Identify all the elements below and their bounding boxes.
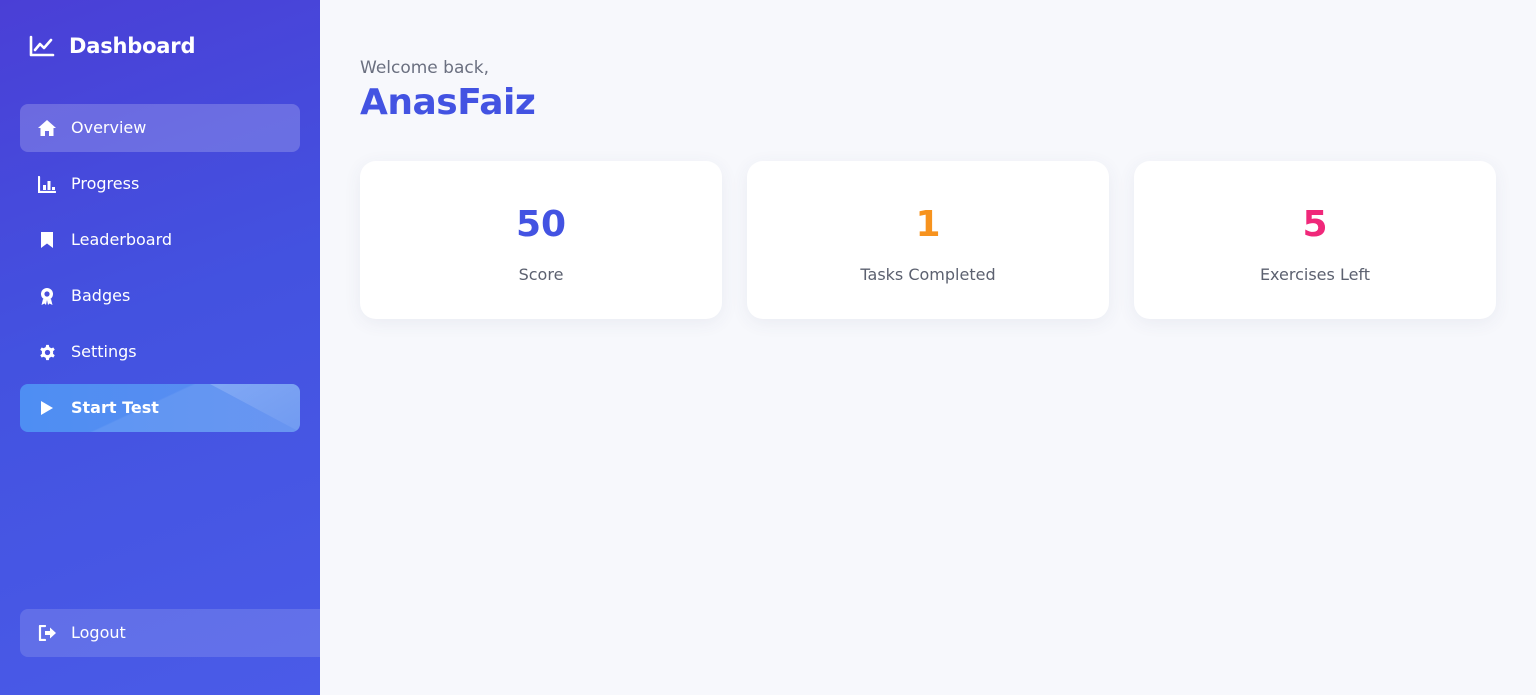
bookmark-icon (37, 230, 57, 250)
sidebar-item-badges[interactable]: Badges (20, 272, 300, 320)
sidebar-item-overview[interactable]: Overview (20, 104, 300, 152)
sidebar: Dashboard Overview Progress Leaderboard (0, 0, 320, 695)
sidebar-item-label: Badges (71, 286, 131, 305)
award-icon (37, 286, 57, 306)
gear-icon (37, 342, 57, 362)
logout-icon (37, 623, 57, 643)
logout-button[interactable]: Logout (20, 609, 320, 657)
sidebar-item-label: Overview (71, 118, 147, 137)
stat-value: 1 (915, 203, 941, 245)
sidebar-item-progress[interactable]: Progress (20, 160, 300, 208)
welcome-text: Welcome back, (360, 58, 489, 78)
stat-label: Score (518, 264, 564, 284)
start-test-button[interactable]: Start Test (20, 384, 300, 432)
stat-value: 50 (515, 203, 567, 245)
sidebar-item-leaderboard[interactable]: Leaderboard (20, 216, 300, 264)
stat-value: 5 (1302, 203, 1328, 245)
logout-label: Logout (71, 623, 126, 642)
brand-title: Dashboard (69, 34, 196, 58)
stat-card-exercises-left: 5 Exercises Left (1134, 161, 1496, 319)
sidebar-item-settings[interactable]: Settings (20, 328, 300, 376)
username-heading: AnasFaiz (360, 82, 536, 123)
play-icon (37, 398, 57, 418)
stats-row: 50 Score 1 Tasks Completed 5 Exercises L… (360, 161, 1496, 319)
start-test-label: Start Test (71, 398, 159, 417)
bar-chart-icon (37, 174, 57, 194)
app: Dashboard Overview Progress Leaderboard (0, 0, 1536, 695)
sidebar-item-label: Leaderboard (71, 230, 173, 249)
main-content: Welcome back, AnasFaiz 50 Score 1 Tasks … (320, 0, 1536, 695)
stat-label: Tasks Completed (860, 264, 996, 284)
home-icon (37, 118, 57, 138)
brand[interactable]: Dashboard (20, 28, 300, 64)
chart-line-icon (29, 35, 55, 57)
stat-card-score: 50 Score (360, 161, 722, 319)
sidebar-nav: Overview Progress Leaderboard Badges Set… (20, 104, 300, 432)
stat-card-tasks-completed: 1 Tasks Completed (747, 161, 1109, 319)
stat-label: Exercises Left (1259, 264, 1371, 284)
sidebar-item-label: Progress (71, 174, 140, 193)
sidebar-item-label: Settings (71, 342, 137, 361)
